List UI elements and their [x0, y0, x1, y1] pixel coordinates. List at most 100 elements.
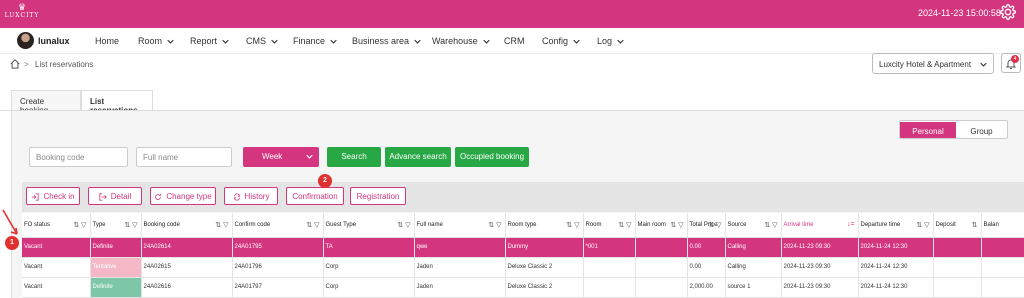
confirmation-button[interactable]: Confirmation [286, 187, 344, 205]
column-header-departure-time[interactable]: Departure time ⇅ ▽ [858, 213, 934, 238]
sort-filter-icon[interactable]: ⇅ ▽ [670, 221, 683, 229]
cell-confirm-code: 24A01795 [232, 237, 324, 258]
chevron-down-icon [306, 154, 313, 159]
full-name-input[interactable]: Full name [136, 147, 232, 167]
column-label: Arrival time [783, 221, 814, 228]
registration-button[interactable]: Registration [350, 187, 406, 205]
cell-departure-time: 2024-11-24 12:30 [858, 237, 934, 258]
menu-label: Finance [293, 36, 326, 46]
cell-full-name: Jaden [414, 277, 506, 298]
cell-room [583, 277, 636, 298]
column-label: Main room [637, 221, 666, 228]
user-name[interactable]: lunalux [38, 36, 70, 46]
column-header-fo-status[interactable]: FO status ⇅ ▽ [22, 213, 91, 238]
column-header-room-type[interactable]: Room type ⇅ ▽ [505, 213, 584, 238]
search-button[interactable]: Search [327, 147, 381, 167]
cell-source: source 1 [725, 277, 782, 298]
column-header-total-price[interactable]: Total Price ⇅ ▽ [687, 213, 726, 238]
home-icon[interactable] [10, 59, 20, 69]
cell-deposit [933, 237, 982, 258]
sort-filter-icon[interactable]: ⇅ ▽ [708, 221, 721, 229]
column-header-guest-type[interactable]: Guest Type ⇅ ▽ [323, 213, 415, 238]
sort-filter-icon[interactable]: ⇅ ▽ [397, 221, 410, 229]
table-row[interactable]: Vacant Tentative 24A02615 24A01796 Corp … [22, 257, 1024, 278]
personal-toggle-button[interactable]: Personal [900, 122, 956, 138]
cell-full-name: Jaden [414, 257, 506, 278]
sort-filter-icon[interactable]: ⇅ ▽ [306, 221, 319, 229]
history-button[interactable]: History [224, 187, 278, 205]
chevron-down-icon [167, 39, 174, 44]
column-label: Deposit [935, 221, 956, 228]
chevron-down-icon [222, 39, 229, 44]
menu-finance[interactable]: Finance [293, 36, 337, 46]
cell-guest-type: Corp [323, 257, 415, 278]
table-row[interactable]: Vacant Definite 24A02616 24A01797 Corp J… [22, 277, 1024, 298]
menu-business-area[interactable]: Business area [352, 36, 421, 46]
chevron-down-icon [330, 39, 337, 44]
menu-crm[interactable]: CRM [504, 36, 525, 46]
column-header-balance[interactable]: Balan [981, 213, 1024, 238]
column-header-type[interactable]: Type ⇅ ▽ [90, 213, 142, 238]
column-header-confirm-code[interactable]: Confirm code ⇅ ▽ [232, 213, 324, 238]
avatar[interactable] [17, 32, 34, 49]
cell-departure-time: 2024-11-24 12:30 [858, 277, 934, 298]
booking-code-input[interactable]: Booking code [29, 147, 128, 167]
column-header-arrival-time[interactable]: Arrival time ↓= [781, 213, 859, 238]
cell-type: Definite [90, 277, 142, 298]
gear-icon[interactable] [1000, 4, 1016, 20]
sort-filter-icon[interactable]: ⇅ ▽ [618, 221, 631, 229]
advance-search-button[interactable]: Advance search [385, 147, 451, 167]
menu-config[interactable]: Config [542, 36, 580, 46]
sort-filter-icon[interactable]: ⇅ ▽ [566, 221, 579, 229]
tab-list-reservations[interactable]: List reservations [81, 90, 153, 115]
occupied-booking-button[interactable]: Occupied booking [455, 147, 529, 167]
main-menu: lunalux Home Room Report CMS Finance Bus… [0, 28, 1024, 54]
sort-filter-icon[interactable]: ⇅ ▽ [764, 221, 777, 229]
sort-filter-icon[interactable]: ⇅ ▽ [124, 221, 137, 229]
notification-badge: 4 [1011, 55, 1019, 63]
menu-room[interactable]: Room [138, 36, 174, 46]
breadcrumb-current: List reservations [35, 60, 94, 69]
hotel-select[interactable]: Luxcity Hotel & Apartment [872, 53, 994, 74]
period-select[interactable]: Week [243, 147, 319, 167]
sort-filter-icon[interactable]: ⇅ ▽ [73, 221, 86, 229]
table-row[interactable]: Vacant Definite 24A02614 24A01795 TA qwe… [22, 237, 1024, 258]
column-header-booking-code[interactable]: Booking code ⇅ ▽ [141, 213, 233, 238]
detail-button[interactable]: Detail [88, 187, 142, 205]
sort-desc-icon[interactable]: ↓= [847, 221, 855, 228]
cell-confirm-code: 24A01797 [232, 277, 324, 298]
column-header-source[interactable]: Source ⇅ ▽ [725, 213, 782, 238]
menu-label: Report [190, 36, 218, 46]
check-in-button[interactable]: Check in [26, 187, 80, 205]
menu-cms[interactable]: CMS [246, 36, 278, 46]
column-header-full-name[interactable]: Full name ⇅ ▽ [414, 213, 506, 238]
top-bar [0, 0, 1024, 28]
header-clock: 2024-11-23 15:00:58 [918, 8, 1001, 18]
cell-guest-type: TA [323, 237, 415, 258]
column-header-room[interactable]: Room ⇅ ▽ [583, 213, 636, 238]
menu-log[interactable]: Log [597, 36, 624, 46]
menu-label: Room [138, 36, 163, 46]
view-toggle: Personal Group [899, 120, 1008, 139]
sort-filter-icon[interactable]: ⇅ [972, 221, 978, 229]
tab-create-booking[interactable]: Create booking [11, 90, 81, 115]
column-header-deposit[interactable]: Deposit ⇅ [933, 213, 982, 238]
menu-label: CRM [504, 36, 525, 46]
column-label: Confirm code [234, 221, 271, 228]
crown-icon: ♛ [17, 2, 27, 12]
sort-filter-icon[interactable]: ⇅ ▽ [488, 221, 501, 229]
column-header-main-room[interactable]: Main room ⇅ ▽ [635, 213, 688, 238]
reservations-table: FO status ⇅ ▽ Type ⇅ ▽ Booking code ⇅ ▽ Con… [22, 213, 1024, 298]
menu-home[interactable]: Home [95, 36, 119, 46]
cell-balance [981, 257, 1024, 278]
sort-filter-icon[interactable]: ⇅ ▽ [916, 221, 929, 229]
change-type-button[interactable]: Change type [150, 187, 216, 205]
menu-warehouse[interactable]: Warehouse [432, 36, 490, 46]
cell-room [583, 257, 636, 278]
column-label: FO status [24, 221, 51, 228]
menu-report[interactable]: Report [190, 36, 229, 46]
menu-label: Warehouse [432, 36, 478, 46]
brand-logo[interactable]: ♛ LUXCITY [4, 2, 40, 26]
sort-filter-icon[interactable]: ⇅ ▽ [215, 221, 228, 229]
group-toggle-button[interactable]: Group [956, 122, 1007, 138]
